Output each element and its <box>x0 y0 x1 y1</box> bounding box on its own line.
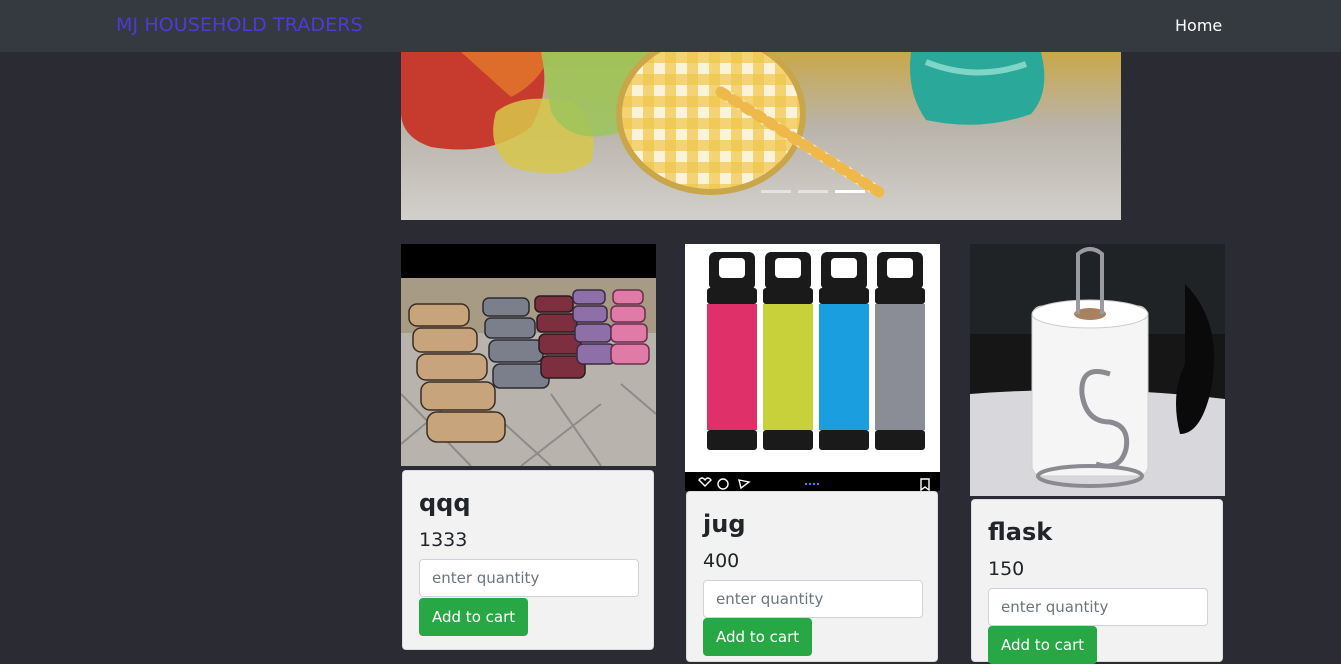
add-to-cart-button[interactable]: Add to cart <box>419 598 529 636</box>
quantity-input[interactable] <box>703 580 923 618</box>
carousel-indicator-active[interactable] <box>835 190 865 193</box>
carousel-indicator[interactable] <box>798 190 828 193</box>
product-price: 150 <box>988 558 1025 580</box>
quantity-input[interactable] <box>419 559 639 597</box>
product-image-towel-holder <box>970 244 1225 496</box>
banner-jars-image <box>401 52 1121 220</box>
navbar: MJ HOUSEHOLD TRADERS Home <box>0 0 1341 52</box>
add-to-cart-button[interactable]: Add to cart <box>988 626 1098 664</box>
product-price: 1333 <box>419 529 468 551</box>
product-image-pots <box>401 244 656 466</box>
product-card-jug: jug 400 Add to cart <box>686 491 938 662</box>
product-card-flask: flask 150 Add to cart <box>971 499 1223 664</box>
product-price: 400 <box>703 550 740 572</box>
banner-carousel-image <box>401 52 1121 220</box>
add-to-cart-button[interactable]: Add to cart <box>703 618 813 656</box>
product-image-bottles <box>685 244 940 491</box>
brand-link[interactable]: MJ HOUSEHOLD TRADERS <box>116 14 363 36</box>
product-title: qqq <box>419 489 471 517</box>
product-card-qqq: qqq 1333 Add to cart <box>402 470 654 650</box>
nav-home-link[interactable]: Home <box>1175 16 1222 35</box>
product-title: jug <box>703 510 746 538</box>
product-title: flask <box>988 518 1053 546</box>
quantity-input[interactable] <box>988 588 1208 626</box>
carousel-indicator[interactable] <box>761 190 791 193</box>
